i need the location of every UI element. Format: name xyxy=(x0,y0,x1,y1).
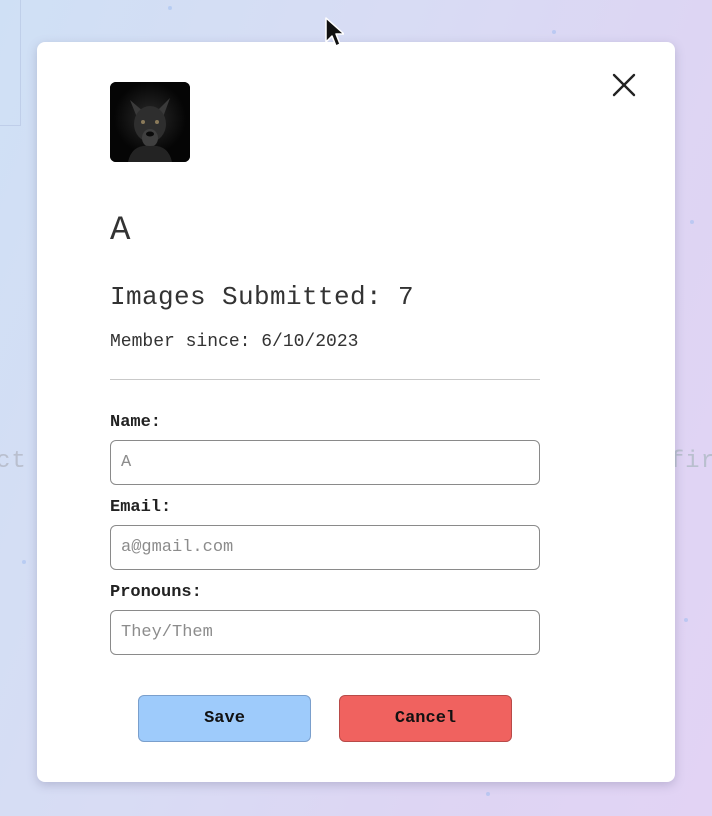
edit-profile-modal: A Images Submitted: 7 Member since: 6/10… xyxy=(37,42,675,782)
avatar xyxy=(110,82,190,162)
mouse-pointer-icon xyxy=(325,17,344,47)
cancel-button[interactable]: Cancel xyxy=(339,695,512,742)
background-dot xyxy=(552,30,556,34)
save-button[interactable]: Save xyxy=(138,695,311,742)
divider xyxy=(110,379,540,380)
pronouns-label: Pronouns: xyxy=(110,583,202,602)
images-submitted-count: Images Submitted: 7 xyxy=(110,282,415,312)
name-label: Name: xyxy=(110,413,162,432)
close-button[interactable] xyxy=(611,72,637,98)
member-since-date: Member since: 6/10/2023 xyxy=(110,332,359,352)
background-text-left: ct xyxy=(0,448,27,475)
background-dot xyxy=(22,560,26,564)
pronouns-input[interactable] xyxy=(110,610,540,655)
background-dot xyxy=(486,792,490,796)
background-text-right: fir xyxy=(669,448,712,475)
background-dot xyxy=(684,618,688,622)
profile-username: A xyxy=(110,212,131,250)
background-dot xyxy=(168,6,172,10)
background-dot xyxy=(690,220,694,224)
close-icon[interactable] xyxy=(611,72,637,98)
email-input[interactable] xyxy=(110,525,540,570)
email-label: Email: xyxy=(110,498,172,517)
name-input[interactable] xyxy=(110,440,540,485)
background-panel xyxy=(0,0,21,126)
dog-photo xyxy=(110,82,190,162)
